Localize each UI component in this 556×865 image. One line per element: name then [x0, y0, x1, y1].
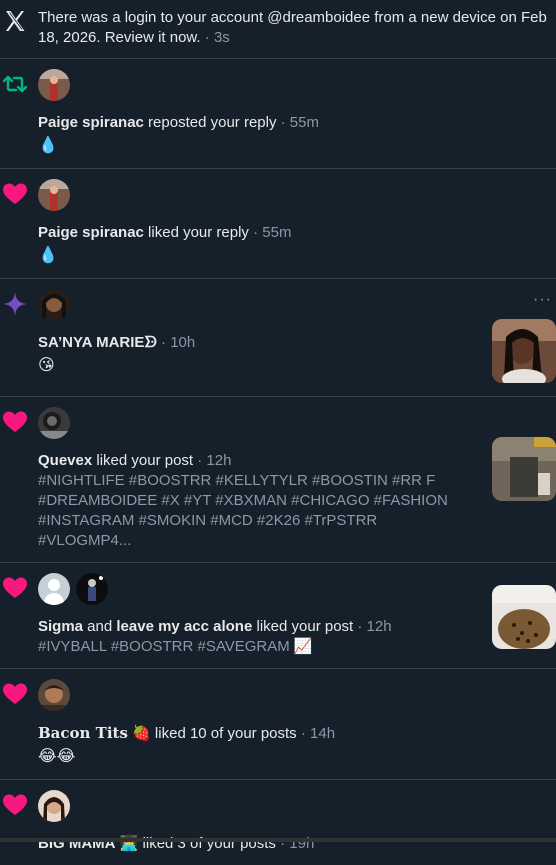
notification-text: Quevex liked your post · 12h	[38, 451, 544, 471]
actor-name[interactable]: Bacon Tits	[38, 724, 128, 742]
login-alert-notification[interactable]: There was a login to your account @dream…	[0, 0, 556, 59]
actor-emoji: 🍓	[128, 725, 151, 742]
notification-text: Bacon Tits 🍓 liked 10 of your posts · 14…	[38, 723, 544, 744]
avatar[interactable]	[38, 289, 70, 321]
actor-avatars	[38, 573, 544, 607]
heart-icon	[2, 181, 28, 207]
post-thumbnail[interactable]	[492, 437, 556, 501]
notification-text: BIG MAMA 🧑‍💻 liked 3 of your posts · 19h	[38, 834, 544, 854]
notification-text: SA’NYA MARIEᗦ · 10h	[38, 333, 544, 353]
notifications-feed: There was a login to your account @dream…	[0, 0, 556, 865]
heart-icon	[2, 681, 28, 707]
timestamp: · 12h	[353, 618, 391, 635]
notification-content: 💧	[38, 135, 544, 157]
actor-avatars	[38, 790, 544, 824]
avatar[interactable]	[38, 69, 70, 101]
action-text: liked your post	[92, 452, 193, 469]
notification-item-like[interactable]: BIG MAMA 🧑‍💻 liked 3 of your posts · 19h	[0, 780, 556, 865]
post-thumbnail[interactable]	[492, 319, 556, 383]
actor-name[interactable]: Paige spiranac	[38, 114, 144, 131]
actor-avatars	[38, 679, 544, 713]
notification-content: 💧	[38, 245, 544, 267]
timestamp: · 55m	[249, 224, 292, 241]
post-preview-text: #NIGHTLIFE #BOOSTRR #KELLYTYLR #BOOSTIN …	[38, 471, 544, 551]
action-text: reposted your reply	[144, 114, 277, 131]
actor-name[interactable]: Paige spiranac	[38, 224, 144, 241]
actor-avatars	[38, 179, 544, 213]
connector-text: and	[83, 618, 116, 635]
heart-icon	[2, 575, 28, 601]
actor-name[interactable]: SA’NYA MARIEᗦ	[38, 334, 157, 351]
notification-text: Paige spiranac liked your reply · 55m	[38, 223, 544, 243]
avatar[interactable]	[38, 790, 70, 822]
avatar[interactable]	[76, 573, 108, 605]
login-alert-time: · 3s	[201, 29, 230, 46]
actor-avatars	[38, 69, 544, 103]
actor-name[interactable]: leave my acc alone	[116, 618, 252, 635]
post-thumbnail[interactable]	[492, 585, 556, 649]
repost-icon	[2, 71, 28, 97]
heart-icon	[2, 409, 28, 435]
timestamp: · 12h	[193, 452, 231, 469]
notification-content: 😂😂	[38, 746, 544, 768]
notification-item-like[interactable]: Bacon Tits 🍓 liked 10 of your posts · 14…	[0, 669, 556, 780]
login-alert-text: There was a login to your account @dream…	[38, 9, 547, 46]
notification-item-repost[interactable]: Paige spiranac reposted your reply · 55m…	[0, 59, 556, 169]
notification-item-recommendation[interactable]: ··· SA’NYA MARIEᗦ · 10h 😘	[0, 279, 556, 397]
post-preview-text: #IVYBALL #BOOSTRR #SAVEGRAM 📈	[38, 637, 544, 657]
action-text: liked 10 of your posts	[151, 725, 297, 742]
actor-name[interactable]: Quevex	[38, 452, 92, 469]
actor-name[interactable]: Sigma	[38, 618, 83, 635]
avatar[interactable]	[38, 407, 70, 439]
notification-item-like[interactable]: Paige spiranac liked your reply · 55m 💧	[0, 169, 556, 279]
x-logo-icon	[2, 8, 28, 34]
heart-icon	[2, 792, 28, 818]
notification-item-like[interactable]: Sigma and leave my acc alone liked your …	[0, 563, 556, 669]
action-text: liked your reply	[144, 224, 249, 241]
horizontal-scrollbar[interactable]	[0, 838, 556, 842]
action-text: liked your post	[252, 618, 353, 635]
timestamp: · 55m	[276, 114, 319, 131]
notification-content: 😘	[38, 355, 544, 377]
avatar[interactable]	[38, 679, 70, 711]
actor-avatars	[38, 407, 544, 441]
timestamp: · 10h	[157, 334, 195, 351]
avatar[interactable]	[38, 179, 70, 211]
notification-text: Sigma and leave my acc alone liked your …	[38, 617, 544, 637]
notification-item-like[interactable]: Quevex liked your post · 12h #NIGHTLIFE …	[0, 397, 556, 563]
timestamp: · 14h	[297, 725, 335, 742]
actor-avatars	[38, 289, 544, 323]
sparkle-icon	[2, 291, 28, 317]
login-alert-text-line: There was a login to your account @dream…	[38, 8, 550, 48]
default-avatar[interactable]	[38, 573, 70, 605]
more-options-icon[interactable]: ···	[533, 291, 552, 309]
notification-text: Paige spiranac reposted your reply · 55m	[38, 113, 544, 133]
